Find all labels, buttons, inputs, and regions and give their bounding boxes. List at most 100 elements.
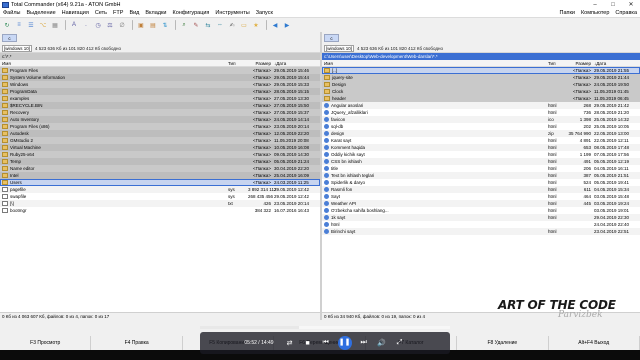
col-date-header[interactable]: ↓Дата (594, 61, 640, 66)
file-row[interactable]: Weather API html 445 03.05.2019 19:24 (322, 200, 640, 207)
folder-row[interactable]: $RECYCLE.BIN <Папка> 27.05.2019 15:50 (0, 102, 320, 109)
file-row[interactable]: Text bn ishlash teglari html 387 05.05.2019… (322, 172, 640, 179)
file-row[interactable]: title html 206 04.05.2019 16:11 (322, 165, 640, 172)
shuffle-icon[interactable]: ⇄ (284, 339, 296, 347)
menu-item[interactable]: Вид (126, 10, 142, 16)
menu-item[interactable]: Справка (612, 10, 640, 16)
folder-row[interactable]: Users <Папка> 24.03.2019 11:25 (0, 179, 320, 186)
brief-view-icon[interactable]: ≡ (14, 20, 24, 30)
hotlist-icon[interactable]: ★ (251, 20, 261, 30)
menu-item[interactable]: Инструменты (212, 10, 252, 16)
file-row[interactable]: html 24.04.2019 22:40 (322, 221, 640, 228)
file-row[interactable]: Birinchi sayt html 23.04.2019 22:51 (322, 228, 640, 235)
folder-row[interactable]: Autodesk <Папка> 12.05.2019 22:20 (0, 130, 320, 137)
zip-icon[interactable]: ▣ (136, 20, 146, 30)
sort-size-icon[interactable]: ⚖ (105, 20, 115, 30)
ftp-icon[interactable]: ⇅ (160, 20, 170, 30)
volume-icon[interactable]: 🔊 (376, 339, 388, 347)
col-type-header[interactable]: Тип (228, 61, 248, 66)
file-row[interactable]: JQuery_afzalliklari html 736 28.05.2019 21:… (322, 109, 640, 116)
folder-row[interactable]: Ruby25-x64 <Папка> 09.05.2019 14:30 (0, 151, 320, 158)
file-row[interactable]: 1k sayt html 29.04.2019 22:30 (322, 214, 640, 221)
stop-icon[interactable]: ■ (302, 340, 314, 347)
compare-icon[interactable]: ⇔ (215, 20, 225, 30)
folder-row[interactable]: ProgramData <Папка> 28.05.2019 15:15 (0, 88, 320, 95)
refresh-icon[interactable]: ↻ (2, 20, 12, 30)
file-row[interactable]: Rasmli fon html 611 04.05.2019 15:34 (322, 186, 640, 193)
folder-row[interactable]: Intel <Папка> 25.04.2019 16:09 (0, 172, 320, 179)
file-row[interactable]: [\] txt 426 23.05.2019 20:14 (0, 200, 320, 207)
sort-date-icon[interactable]: ◷ (93, 20, 103, 30)
minimize-button[interactable]: – (586, 2, 604, 8)
menu-item[interactable]: Вкладки (142, 10, 169, 16)
folder-row[interactable]: GMstudio 2 <Папка> 11.05.2019 20:08 (0, 137, 320, 144)
col-name-header[interactable]: Имя (322, 61, 548, 66)
maximize-button[interactable]: □ (604, 2, 622, 8)
menu-item[interactable]: FTP (110, 10, 126, 16)
video-progress-bar[interactable] (200, 326, 450, 329)
folder-row[interactable]: Design <Папка> 24.05.2019 19:50 (322, 81, 640, 88)
thumbnails-icon[interactable]: ▦ (50, 20, 60, 30)
file-row[interactable]: swapfile sys 268 435 456 29.05.2019 12:42 (0, 193, 320, 200)
next-icon[interactable]: ⏭ (358, 339, 370, 347)
left-drive-tab[interactable]: c (2, 34, 17, 42)
file-row[interactable]: Oddiy kichik sayt html 1 199 07.05.2019 17:… (322, 151, 640, 158)
file-row[interactable]: O'zbekcha sahifa boshlang... html 03.05.20… (322, 207, 640, 214)
previous-icon[interactable]: ⏮ (320, 339, 332, 347)
sort-name-icon[interactable]: A (69, 20, 79, 30)
folder-row[interactable]: Temp <Папка> 05.05.2019 21:24 (0, 158, 320, 165)
folder-row[interactable]: Auto Inventory <Папка> 24.05.2019 14:14 (0, 116, 320, 123)
left-path-bar[interactable]: c:\*.* (0, 53, 320, 60)
right-drive-select[interactable]: [windows 10] (324, 44, 354, 52)
close-button[interactable]: ✕ (622, 1, 640, 8)
folder-row[interactable]: examples <Папка> 27.05.2019 13:30 (0, 95, 320, 102)
file-row[interactable]: Spiderlik & daryo html 524 05.05.2019 19:41 (322, 179, 640, 186)
col-size-header[interactable]: Размер (568, 61, 594, 66)
folder-icon[interactable]: ▭ (239, 20, 249, 30)
forward-icon[interactable]: ▶ (282, 20, 292, 30)
back-icon[interactable]: ◀ (270, 20, 280, 30)
folder-row[interactable]: Virtual Machine <Папка> 10.05.2019 16:08 (0, 144, 320, 151)
fullscreen-icon[interactable]: ⤢ (394, 339, 406, 347)
menu-item[interactable]: Конфигурация (169, 10, 212, 16)
function-key-button[interactable]: F3 Просмотр (0, 336, 92, 350)
function-key-button[interactable]: Alt+F4 Выход (549, 336, 640, 350)
file-row[interactable]: design zip 35 764 990 22.05.2019 13:00 (322, 130, 640, 137)
file-row[interactable]: sql-db html 202 25.05.2019 10:05 (322, 123, 640, 130)
folder-row[interactable]: header <Папка> 11.05.2019 06:45 (322, 95, 640, 102)
file-row[interactable]: bootmgr 384 322 16.07.2016 16:43 (0, 207, 320, 214)
unsorted-icon[interactable]: ∅ (117, 20, 127, 30)
rename-icon[interactable]: ✎ (191, 20, 201, 30)
menu-item[interactable]: Компьютер (578, 10, 612, 16)
menu-item[interactable]: Запуск (253, 10, 276, 16)
tree-icon[interactable]: ⌥ (38, 20, 48, 30)
file-row[interactable]: pagefile sys 3 892 314 112 29.05.2019 12:42 (0, 186, 320, 193)
file-row[interactable]: Angular asoslari html 268 29.05.2019 21:42 (322, 102, 640, 109)
folder-row[interactable]: Windows <Папка> 29.05.2019 15:33 (0, 81, 320, 88)
sort-ext-icon[interactable]: . (81, 20, 91, 30)
folder-row[interactable]: Name editor <Папка> 30.04.2019 22:20 (0, 165, 320, 172)
folder-row[interactable]: Recovery <Папка> 27.05.2019 15:37 (0, 109, 320, 116)
file-row[interactable]: Komment haqida html 653 08.05.2019 17:48 (322, 144, 640, 151)
file-row[interactable]: CSS bn ishlash html 491 05.05.2019 12:19 (322, 158, 640, 165)
left-panel[interactable]: c [windows 10] 4 523 636 Кб из 101 820 4… (0, 32, 320, 320)
folder-row[interactable]: Program Files <Папка> 29.05.2019 15:46 (0, 67, 320, 74)
pause-icon[interactable]: ❚❚ (337, 336, 352, 350)
col-type-header[interactable]: Тип (548, 61, 568, 66)
full-view-icon[interactable]: ☰ (26, 20, 36, 30)
menu-item[interactable]: Папки (556, 10, 577, 16)
menu-item[interactable]: Выделение (23, 10, 58, 16)
file-row[interactable]: Sayt html 464 03.05.2019 15:48 (322, 193, 640, 200)
folder-row[interactable]: jquery-site <Папка> 29.05.2019 21:44 (322, 74, 640, 81)
folder-row[interactable]: System Volume Information <Папка> 29.05.20… (0, 74, 320, 81)
file-row[interactable]: Karat sayt html 4 891 22.05.2019 12:11 (322, 137, 640, 144)
menu-item[interactable]: Файлы (0, 10, 23, 16)
col-size-header[interactable]: Размер (248, 61, 274, 66)
right-panel[interactable]: c [windows 10] 4 523 636 Кб из 101 820 4… (322, 32, 640, 320)
notepad-icon[interactable]: ✍ (227, 20, 237, 30)
right-path-bar[interactable]: c:\Users\user\Desktop\Web-development\We… (322, 53, 640, 60)
file-row[interactable]: favicon ico 1 398 25.05.2019 14:32 (322, 116, 640, 123)
right-drive-tab[interactable]: c (324, 34, 339, 42)
function-key-button[interactable]: F4 Правка (91, 336, 183, 350)
folder-row[interactable]: Program Files (x86) <Папка> 23.05.2019 20:… (0, 123, 320, 130)
